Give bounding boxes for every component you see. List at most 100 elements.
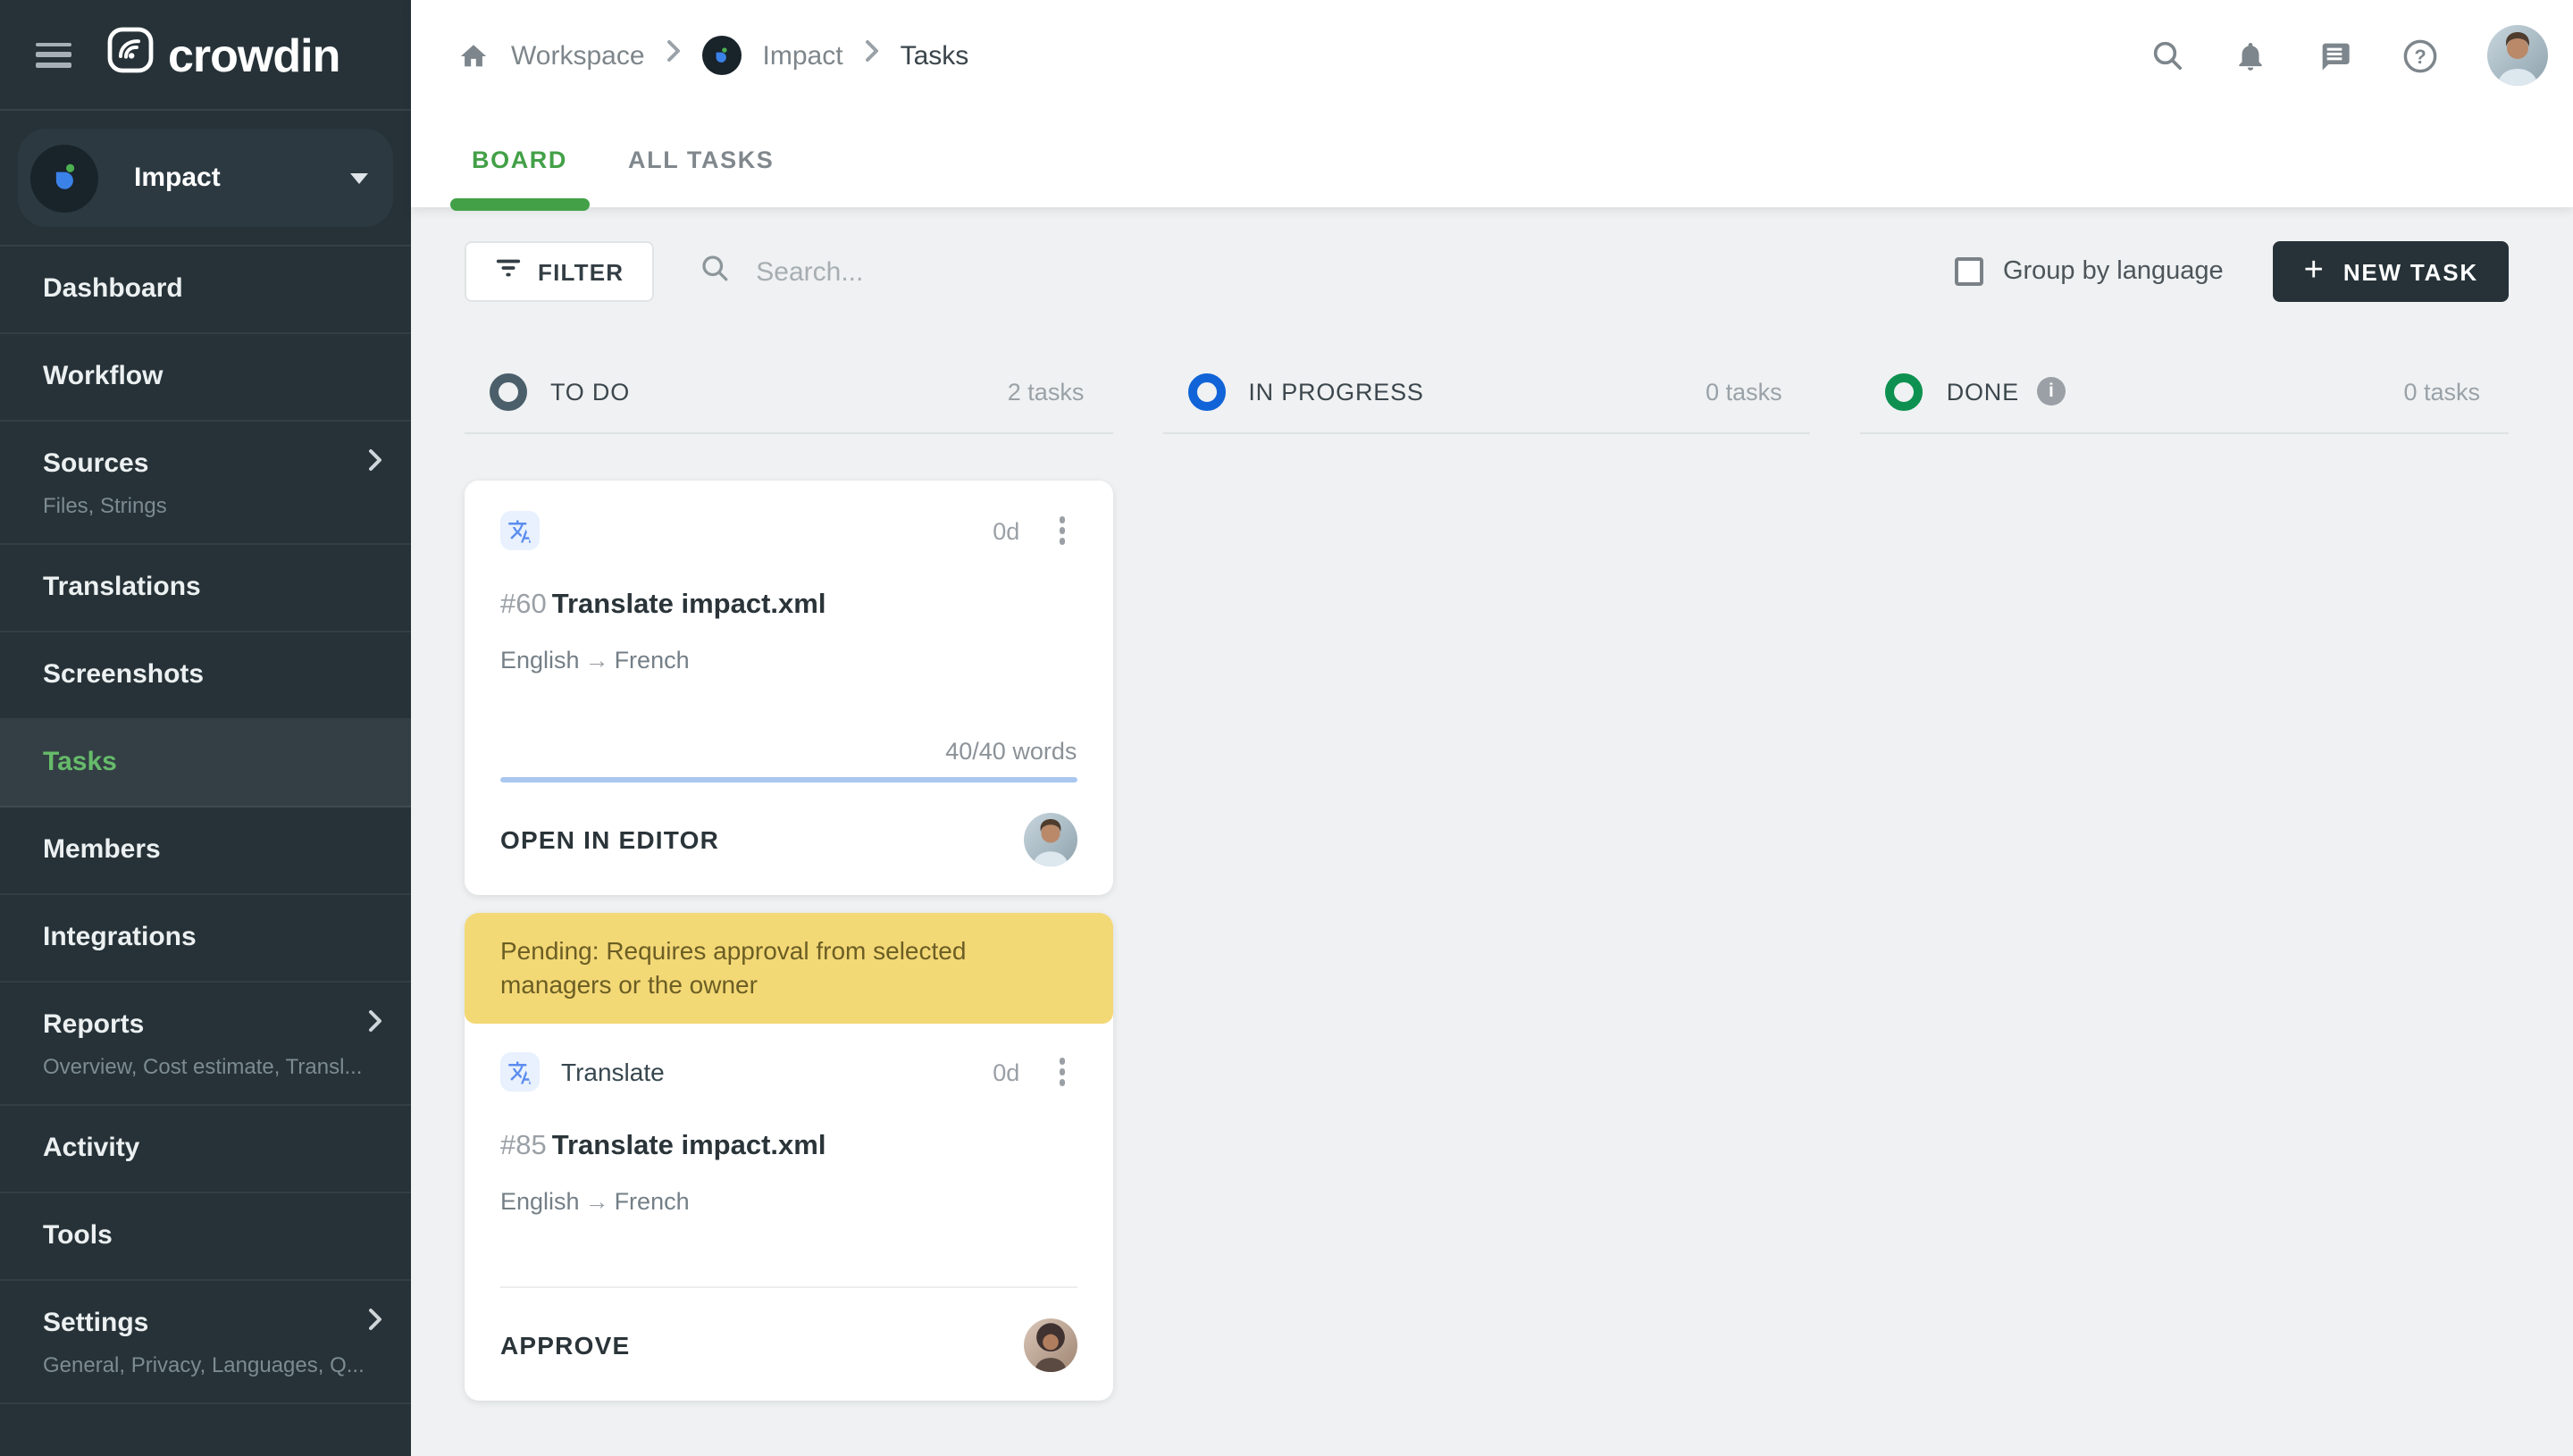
task-card-85[interactable]: Pending: Requires approval from selected… <box>465 913 1113 1401</box>
new-task-button[interactable]: + NEW TASK <box>2273 241 2509 302</box>
board-content: FILTER Group by language + NEW TASK <box>411 207 2573 1456</box>
arrow-right-icon: → <box>584 647 609 674</box>
kebab-menu-icon[interactable] <box>1048 1056 1077 1088</box>
language-pair: English → French <box>500 1188 690 1215</box>
column-count: 0 tasks <box>1706 378 1782 405</box>
chat-icon[interactable] <box>2316 38 2353 73</box>
kebab-menu-icon[interactable] <box>1048 515 1077 547</box>
topbar-icons: ? <box>2150 25 2548 86</box>
project-name: Impact <box>134 163 221 193</box>
in-progress-status-icon <box>1187 372 1226 410</box>
task-id: #60 <box>500 590 547 620</box>
user-avatar[interactable] <box>2487 25 2548 86</box>
column-done: DONE i 0 tasks <box>1860 370 2510 1401</box>
group-by-language-checkbox[interactable] <box>1954 257 1983 286</box>
board-toolbar: FILTER Group by language + NEW TASK <box>465 241 2509 302</box>
column-count: 2 tasks <box>1007 378 1085 405</box>
group-by-language-toggle[interactable]: Group by language <box>1954 257 2224 286</box>
sidebar-item-tools[interactable]: Tools <box>0 1193 411 1281</box>
done-status-icon <box>1885 372 1923 410</box>
sidebar-item-tasks[interactable]: Tasks <box>0 720 411 807</box>
pending-approval-banner: Pending: Requires approval from selected… <box>465 913 1113 1024</box>
sidebar-item-activity[interactable]: Activity <box>0 1106 411 1193</box>
crowdin-logo[interactable]: crowdin <box>107 27 340 82</box>
chevron-right-icon <box>666 39 681 71</box>
project-logo-icon <box>30 144 98 212</box>
chevron-right-icon <box>368 1009 382 1042</box>
sidebar-item-screenshots[interactable]: Screenshots <box>0 632 411 720</box>
search-input[interactable] <box>752 255 1289 289</box>
task-card-60[interactable]: 0d #60 Translate impact.xml English → Frenc… <box>465 481 1113 895</box>
column-divider <box>465 432 1113 434</box>
sidebar-item-dashboard[interactable]: Dashboard <box>0 247 411 334</box>
task-title: #85 Translate impact.xml <box>500 1131 826 1161</box>
progress-bar <box>500 777 1077 782</box>
tab-board[interactable]: BOARD <box>450 111 589 211</box>
chevron-right-icon <box>368 448 382 481</box>
sidebar-item-sources[interactable]: Sources Files, Strings <box>0 422 411 545</box>
breadcrumb-current: Tasks <box>900 40 969 71</box>
sidebar-header: crowdin <box>0 0 411 111</box>
active-tab-indicator <box>450 198 589 211</box>
chevron-right-icon <box>865 39 879 71</box>
sidebar-nav: Dashboard Workflow Sources Files, String… <box>0 245 411 1456</box>
breadcrumb-workspace[interactable]: Workspace <box>511 40 645 71</box>
bell-icon[interactable] <box>2234 37 2267 74</box>
svg-text:?: ? <box>2414 45 2426 67</box>
menu-icon[interactable] <box>36 42 71 67</box>
column-todo: TO DO 2 tasks 0d #60 Translate impact.xm… <box>465 370 1113 1401</box>
sidebar: crowdin Impact Dashboard Workflow Source… <box>0 0 411 1456</box>
sidebar-item-translations[interactable]: Translations <box>0 545 411 632</box>
column-divider <box>1162 432 1811 434</box>
chevron-right-icon <box>368 1308 382 1340</box>
breadcrumb: Workspace Impact Tasks <box>457 36 2150 75</box>
home-icon[interactable] <box>457 40 490 71</box>
crowdin-logo-icon <box>107 27 154 82</box>
filter-icon <box>495 255 522 288</box>
project-logo-icon <box>701 36 742 75</box>
translate-icon <box>500 511 540 550</box>
help-icon[interactable]: ? <box>2401 37 2439 74</box>
tab-all-tasks[interactable]: ALL TASKS <box>607 111 795 207</box>
sidebar-item-integrations[interactable]: Integrations <box>0 895 411 983</box>
search-icon[interactable] <box>2150 38 2185 73</box>
search-icon <box>699 251 731 292</box>
sidebar-item-subtitle: Files, Strings <box>43 493 167 518</box>
view-tabs: BOARD ALL TASKS <box>411 111 2573 211</box>
task-id: #85 <box>500 1131 547 1161</box>
main-area: Workspace Impact Tasks ? BOARD ALL TASKS… <box>411 0 2573 1456</box>
todo-status-icon <box>490 372 527 410</box>
task-type-label: Translate <box>561 1058 665 1086</box>
arrow-right-icon: → <box>584 1188 609 1215</box>
kanban-board: TO DO 2 tasks 0d #60 Translate impact.xm… <box>465 370 2510 1401</box>
chevron-down-icon <box>350 172 368 183</box>
info-icon[interactable]: i <box>2036 377 2066 406</box>
page-header: Workspace Impact Tasks ? BOARD ALL TASKS <box>411 0 2573 211</box>
assignee-avatar <box>1023 813 1077 866</box>
task-title: #60 Translate impact.xml <box>500 590 826 620</box>
approve-button[interactable]: APPROVE <box>500 1331 630 1360</box>
crowdin-tasks-page: crowdin Impact Dashboard Workflow Source… <box>0 0 2573 1456</box>
search-box <box>699 251 1955 292</box>
sidebar-item-subtitle: Overview, Cost estimate, Transl... <box>43 1054 363 1079</box>
sidebar-item-settings[interactable]: Settings General, Privacy, Languages, Q.… <box>0 1281 411 1404</box>
progress-bar-fill <box>500 777 1077 782</box>
task-duration: 0d <box>993 517 1020 544</box>
word-count: 40/40 words <box>945 738 1077 765</box>
filter-button[interactable]: FILTER <box>465 241 655 302</box>
column-divider <box>1860 432 2510 434</box>
group-by-language-label: Group by language <box>2002 257 2224 286</box>
sidebar-item-reports[interactable]: Reports Overview, Cost estimate, Transl.… <box>0 983 411 1106</box>
topbar: Workspace Impact Tasks ? <box>411 0 2573 111</box>
sidebar-item-workflow[interactable]: Workflow <box>0 334 411 422</box>
card-divider <box>500 1286 1077 1288</box>
plus-icon: + <box>2303 251 2324 289</box>
breadcrumb-project[interactable]: Impact <box>763 40 843 71</box>
column-header-todo: TO DO 2 tasks <box>465 370 1112 413</box>
open-in-editor-button[interactable]: OPEN IN EDITOR <box>500 825 719 854</box>
sidebar-item-members[interactable]: Members <box>0 807 411 895</box>
column-header-in-progress: IN PROGRESS 0 tasks <box>1162 370 1810 413</box>
task-duration: 0d <box>993 1059 1020 1085</box>
project-selector[interactable]: Impact <box>18 129 393 227</box>
column-count: 0 tasks <box>2403 378 2481 405</box>
